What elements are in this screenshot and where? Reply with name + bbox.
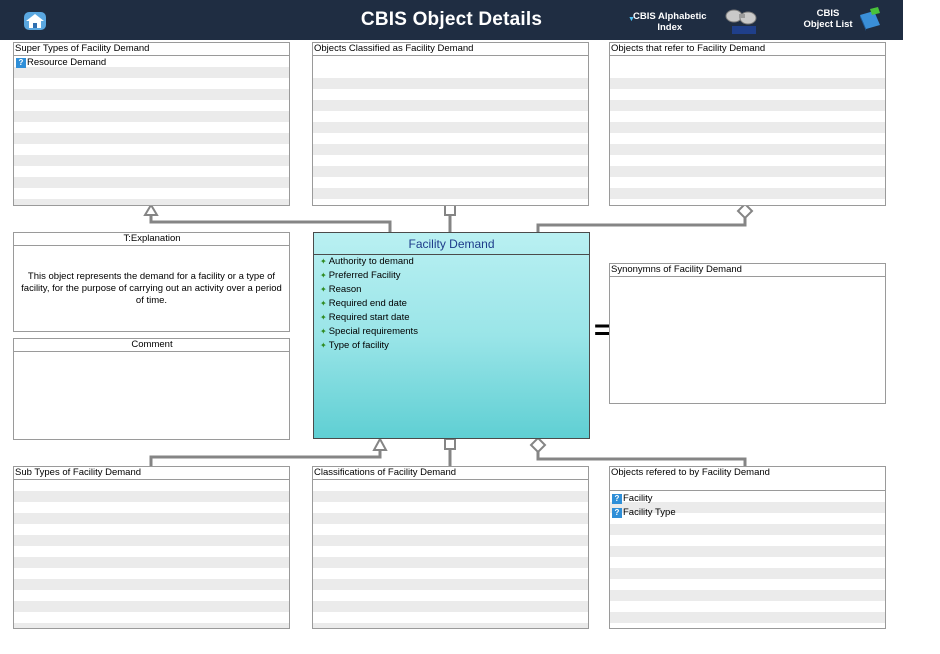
attribute-item[interactable]: ✦ Authority to demand bbox=[314, 255, 589, 269]
page-title: CBIS Object Details bbox=[360, 9, 543, 30]
leaf-icon: ✦ bbox=[320, 327, 327, 336]
object-title: Facility Demand bbox=[314, 233, 589, 255]
object-list-label-line2: Object List bbox=[803, 19, 853, 30]
question-icon: ? bbox=[612, 508, 622, 518]
comment-panel: Comment bbox=[13, 338, 290, 440]
reference-diamond-bottom bbox=[529, 436, 547, 454]
attribute-item[interactable]: ✦ Type of facility bbox=[314, 339, 589, 353]
sub-types-title: Sub Types of Facility Demand bbox=[14, 467, 289, 480]
sub-types-rows bbox=[14, 480, 289, 628]
classifications-rows bbox=[313, 480, 588, 628]
classified-as-title: Objects Classified as Facility Demand bbox=[313, 43, 588, 56]
super-types-panel: Super Types of Facility Demand ? Resourc… bbox=[13, 42, 290, 206]
attribute-label: Special requirements bbox=[328, 326, 418, 337]
leaf-icon: ✦ bbox=[320, 313, 327, 322]
alphabetic-index-label-line2: Index bbox=[657, 22, 683, 33]
question-icon: ? bbox=[16, 58, 26, 68]
attribute-item[interactable]: ✦ Special requirements bbox=[314, 325, 589, 339]
header-bar: CBIS Object Details ▼ CBIS Alphabetic In… bbox=[0, 0, 903, 40]
referred-by-panel: Objects refered to by Facility Demand ? … bbox=[609, 466, 886, 629]
comment-title: Comment bbox=[14, 339, 289, 352]
explanation-title: T:Explanation bbox=[14, 233, 289, 246]
refer-to-rows bbox=[610, 67, 885, 205]
classifications-panel: Classifications of Facility Demand bbox=[312, 466, 589, 629]
generalization-arrow-bottom bbox=[372, 436, 388, 451]
classifications-title: Classifications of Facility Demand bbox=[313, 467, 588, 480]
attribute-label: Required end date bbox=[328, 298, 407, 309]
attribute-item[interactable]: ✦ Required end date bbox=[314, 297, 589, 311]
object-list-label-line1: CBIS bbox=[816, 8, 840, 19]
super-types-rows bbox=[14, 56, 289, 205]
alphabetic-index-label-line1: CBIS Alphabetic bbox=[633, 11, 707, 22]
referred-by-item[interactable]: ? Facility Type bbox=[610, 506, 885, 520]
alphabetic-index-link[interactable]: ▼ CBIS Alphabetic Index bbox=[628, 11, 707, 33]
leaf-icon: ✦ bbox=[320, 299, 327, 308]
triangle-down-icon: ▼ bbox=[628, 16, 635, 23]
aggregation-square-top bbox=[444, 204, 456, 216]
explanation-text: This object represents the demand for a … bbox=[21, 271, 282, 306]
attribute-item[interactable]: ✦ Required start date bbox=[314, 311, 589, 325]
explanation-panel: T:Explanation This object represents the… bbox=[13, 232, 290, 332]
referred-by-title: Objects refered to by Facility Demand bbox=[610, 467, 885, 491]
generalization-arrow-top bbox=[143, 203, 159, 216]
attribute-label: Reason bbox=[328, 284, 362, 295]
attribute-item[interactable]: ✦ Reason bbox=[314, 283, 589, 297]
leaf-icon: ✦ bbox=[320, 341, 327, 350]
binoculars-icon[interactable] bbox=[722, 6, 762, 36]
synonyms-panel: Synonymns of Facility Demand bbox=[609, 263, 886, 404]
leaf-icon: ✦ bbox=[320, 271, 327, 280]
refer-to-panel: Objects that refer to Facility Demand bbox=[609, 42, 886, 206]
attribute-label: Type of facility bbox=[328, 340, 389, 351]
attribute-label: Required start date bbox=[328, 312, 410, 323]
super-types-title: Super Types of Facility Demand bbox=[14, 43, 289, 56]
classified-as-rows bbox=[313, 67, 588, 205]
attribute-list: ✦ Authority to demand ✦ Preferred Facility ✦… bbox=[314, 255, 589, 353]
reference-diamond-top bbox=[736, 202, 754, 220]
attribute-item[interactable]: ✦ Preferred Facility bbox=[314, 269, 589, 283]
leaf-icon: ✦ bbox=[320, 285, 327, 294]
super-type-item-label: Resource Demand bbox=[27, 57, 107, 68]
refer-to-title: Objects that refer to Facility Demand bbox=[610, 43, 885, 56]
classified-as-panel: Objects Classified as Facility Demand bbox=[312, 42, 589, 206]
object-list-link[interactable]: CBIS Object List bbox=[800, 8, 856, 30]
leaf-icon: ✦ bbox=[320, 257, 327, 266]
referred-by-item-label: Facility Type bbox=[623, 507, 676, 518]
attribute-label: Preferred Facility bbox=[328, 270, 401, 281]
book-icon[interactable] bbox=[856, 5, 884, 33]
aggregation-square-bottom bbox=[444, 438, 456, 450]
object-box: Facility Demand ✦ Authority to demand ✦ Pre… bbox=[313, 232, 590, 439]
referred-by-item-label: Facility bbox=[623, 493, 653, 504]
synonyms-title: Synonymns of Facility Demand bbox=[610, 264, 885, 277]
referred-by-item[interactable]: ? Facility bbox=[610, 492, 885, 506]
question-icon: ? bbox=[612, 494, 622, 504]
equals-symbol: = bbox=[594, 314, 611, 345]
sub-types-panel: Sub Types of Facility Demand bbox=[13, 466, 290, 629]
super-type-item[interactable]: ? Resource Demand bbox=[14, 56, 289, 70]
attribute-label: Authority to demand bbox=[328, 256, 414, 267]
